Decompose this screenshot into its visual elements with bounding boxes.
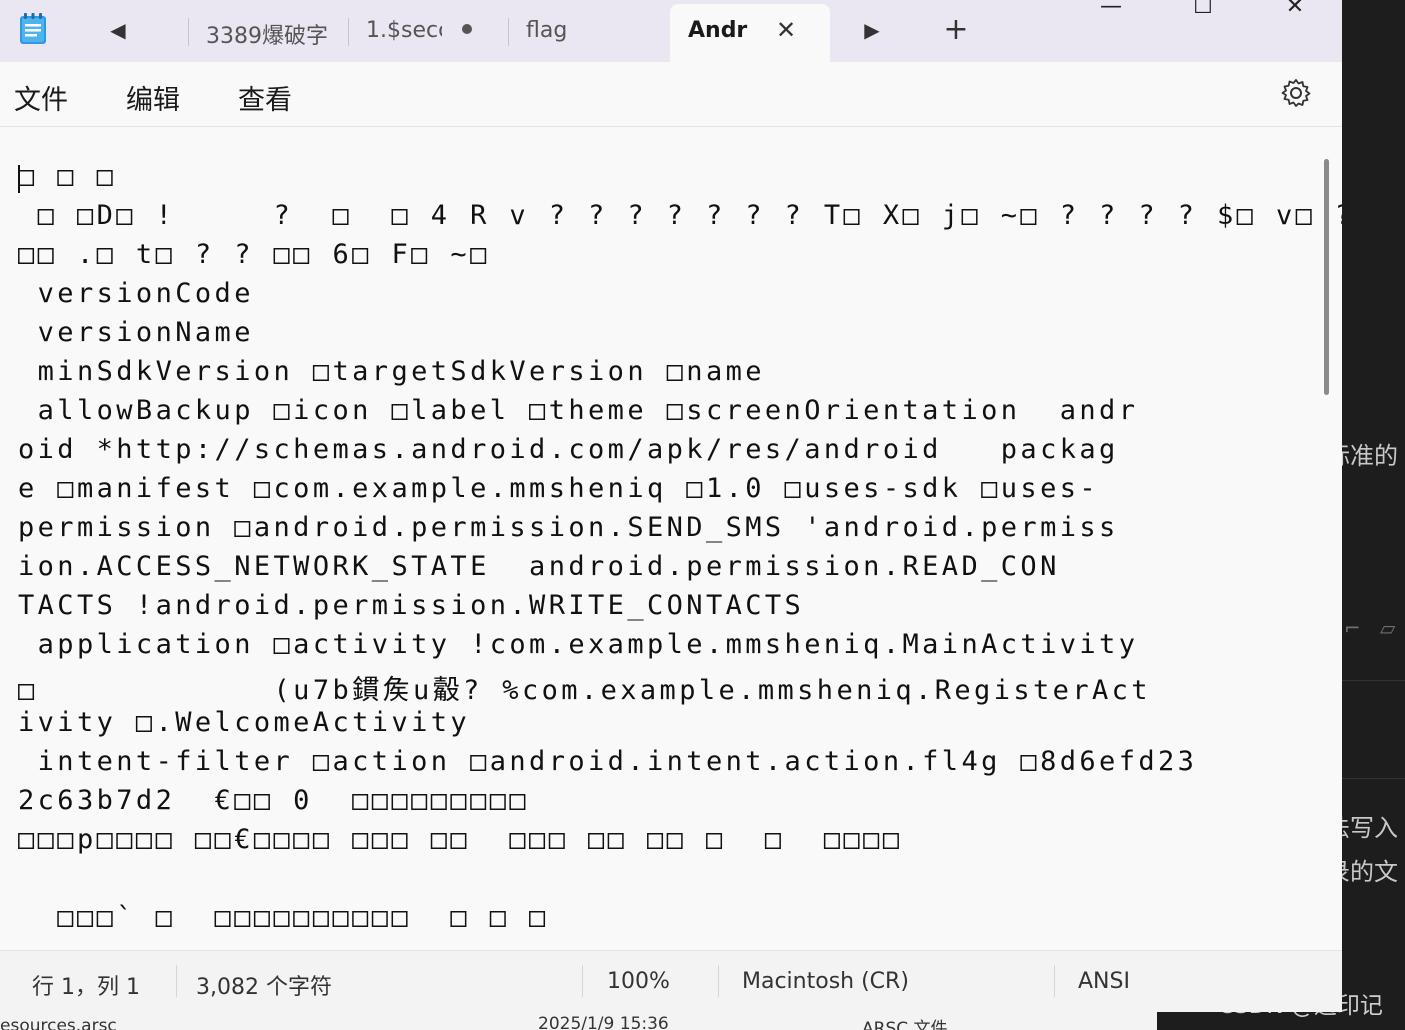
editor-line: 2c63b7d2 €□□ 0 □□□□□□□□□ (18, 785, 530, 816)
title-bar: ◀ 3389爆破字 1.$secc flag Andr ✕ ▶ + — ☐ ✕ (0, 0, 1342, 62)
editor-line: oid *http://schemas.android.com/apk/res/… (18, 434, 1119, 465)
cursor-position: 行 1，列 1 (32, 975, 140, 1000)
tab-3389[interactable]: 3389爆破字 (188, 4, 348, 62)
editor-line: □ □ □ (18, 161, 117, 192)
editor-line: □□ .□ t□ ? ? □□ 6□ F□ ~□ (18, 239, 490, 270)
editor-line: application □activity !com.example.mmshe… (18, 629, 1139, 660)
editor-line: TACTS !android.permission.WRITE_CONTACTS (18, 590, 805, 621)
editor-line: □ (u7b鏆矦u觳? %com.example.mmsheniq.Regist… (18, 675, 1151, 706)
file-date: 2025/1/9 15:36 (538, 1014, 669, 1030)
background-window-right: 标准的 ⌐ ▱ 法写入 录的文 (1342, 0, 1405, 1030)
editor-line: minSdkVersion □targetSdkVersion □name (18, 356, 765, 387)
status-separator (1054, 965, 1055, 997)
status-bar: 行 1，列 1 3,082 个字符 100% Macintosh (CR) AN… (0, 950, 1342, 1012)
tab-close-icon[interactable]: ✕ (776, 16, 796, 44)
tab-label: 3389爆破字 (206, 24, 328, 49)
text-editor[interactable]: □ □ □ □ □D□ ! ? □ □ 4 R v ? ? ? ? ? ? ? … (0, 127, 1342, 949)
scroll-tabs-right-icon[interactable]: ▶ (856, 14, 888, 46)
tab-label: 1.$secc (366, 18, 442, 43)
feedback-icon: ▱ (1380, 616, 1396, 640)
zoom-level[interactable]: 100% (607, 969, 670, 994)
maximize-button[interactable]: ☐ (1180, 0, 1226, 24)
close-window-button[interactable]: ✕ (1272, 0, 1318, 24)
menu-bar: 文件 编辑 查看 (0, 62, 1342, 127)
notepad-app-icon (20, 13, 46, 44)
editor-line: □□□p□□□□ □□€□□□□ □□□ □□ □□□ □□ □□ □ □ □□… (18, 824, 903, 855)
editor-line: intent-filter □action □android.intent.ac… (18, 746, 1198, 777)
background-text: 标准的 (1342, 442, 1398, 470)
background-file-row: esources.arsc 2025/1/9 15:36 ARSC 文件 (0, 1012, 1405, 1030)
editor-line: allowBackup □icon □label □theme □screenO… (18, 395, 1139, 426)
status-separator (582, 965, 583, 997)
tab-label: Andr (688, 18, 748, 43)
menu-edit[interactable]: 编辑 (126, 78, 180, 117)
editor-line: e □manifest □com.example.mmsheniq □1.0 □… (18, 473, 1100, 504)
tab-android-active[interactable]: Andr ✕ (670, 4, 830, 62)
line-ending[interactable]: Macintosh (CR) (742, 969, 909, 994)
menu-view[interactable]: 查看 (238, 78, 292, 117)
tab-flag[interactable]: flag (508, 4, 668, 62)
encoding[interactable]: ANSI (1078, 969, 1130, 994)
settings-gear-icon[interactable] (1280, 77, 1312, 109)
new-tab-button[interactable]: + (940, 14, 972, 46)
editor-line: permission □android.permission.SEND_SMS … (18, 512, 1119, 543)
editor-line: ion.ACCESS_NETWORK_STATE android.permiss… (18, 551, 1060, 582)
tab-secc[interactable]: 1.$secc (348, 4, 508, 62)
editor-line: versionCode (18, 278, 254, 309)
editor-line: □ □D□ ! ? □ □ 4 R v ? ? ? ? ? ? ? T□ X□ … (18, 200, 1342, 231)
divider (1342, 680, 1405, 681)
scroll-tabs-left-icon[interactable]: ◀ (102, 14, 134, 46)
vertical-scrollbar[interactable] (1324, 159, 1329, 395)
editor-line: □□□` □ □□□□□□□□□□ □ □ □ (18, 902, 549, 933)
thumbs-down-icon: ⌐ (1344, 616, 1361, 640)
background-text: 录的文 (1342, 858, 1398, 886)
editor-line: versionName (18, 317, 254, 348)
status-separator (718, 965, 719, 997)
tab-label: flag (526, 18, 568, 43)
notepad-window: ◀ 3389爆破字 1.$secc flag Andr ✕ ▶ + — ☐ ✕ … (0, 0, 1342, 1012)
file-type: ARSC 文件 (862, 1019, 948, 1030)
file-name: esources.arsc (0, 1016, 117, 1030)
status-separator (176, 965, 177, 997)
unsaved-dot-icon[interactable] (462, 24, 472, 34)
background-text: 法写入 (1342, 814, 1398, 842)
divider (1342, 778, 1405, 779)
menu-file[interactable]: 文件 (14, 78, 68, 117)
minimize-button[interactable]: — (1088, 0, 1134, 24)
character-count: 3,082 个字符 (196, 975, 332, 1000)
editor-line: ivity □.WelcomeActivity (18, 707, 471, 738)
